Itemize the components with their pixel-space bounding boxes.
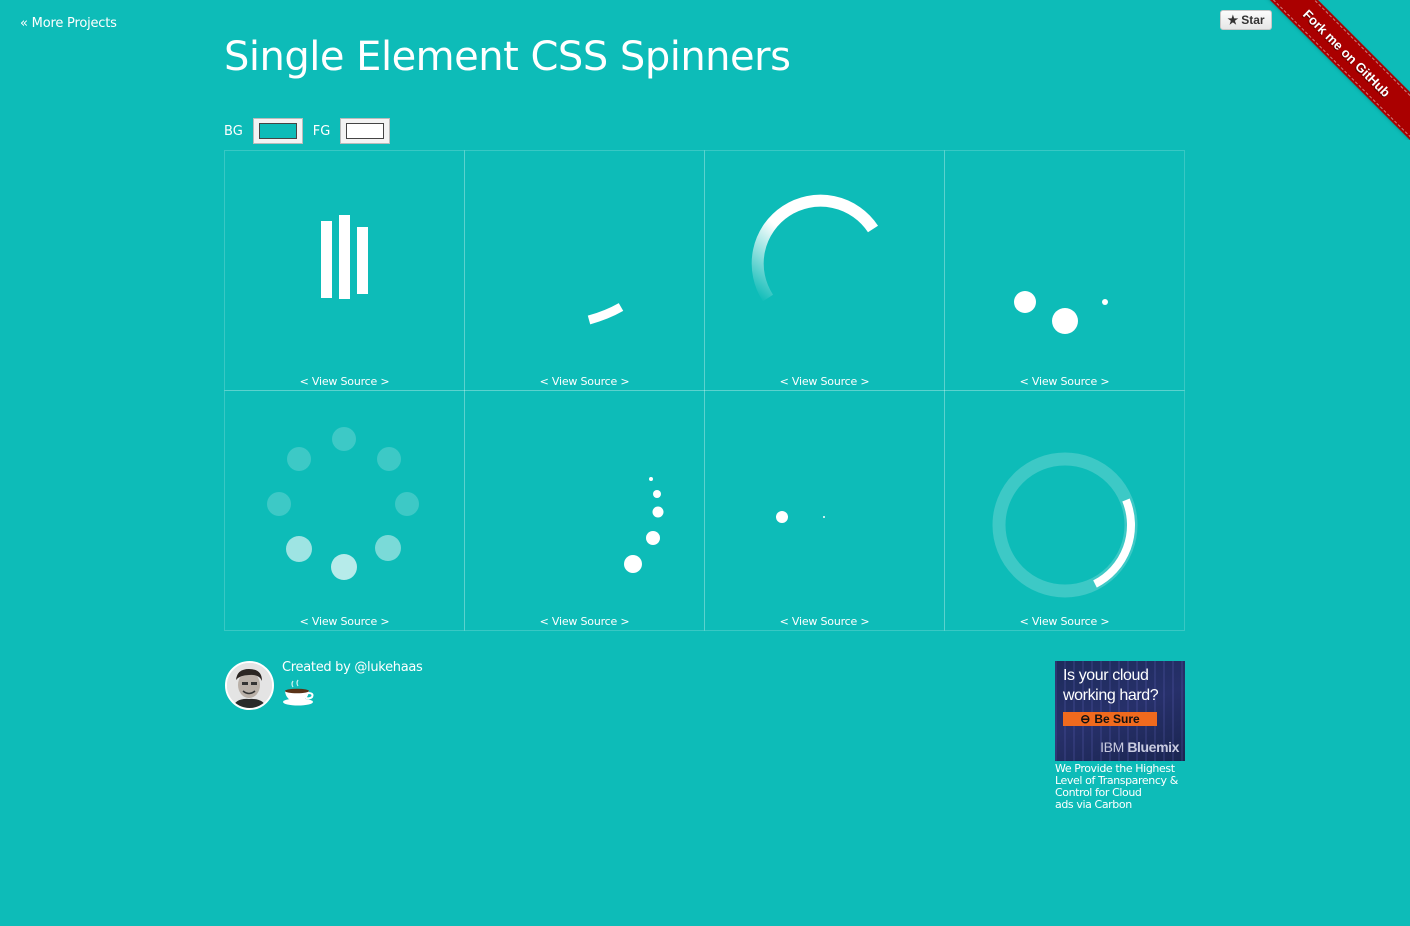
spinner-cell-ring: < View Source > — [944, 390, 1185, 631]
dot — [332, 427, 356, 451]
arc-small-spinner — [587, 303, 624, 325]
spinner-grid: < View Source > < View Source > < View S… — [224, 150, 1185, 631]
dot-trail-spinner — [624, 477, 664, 573]
view-source-link[interactable]: < View Source > — [945, 615, 1184, 628]
github-ribbon-wrap: Fork me on GitHub — [1250, 0, 1410, 140]
more-projects-link[interactable]: « More Projects — [20, 16, 117, 31]
fork-github-ribbon[interactable]: Fork me on GitHub — [1253, 0, 1410, 140]
ad-brand: IBM Bluemix — [1100, 739, 1179, 755]
bar-3 — [357, 227, 368, 294]
ring-spinner — [992, 452, 1138, 598]
dot — [287, 447, 311, 471]
bg-label: BG — [224, 123, 243, 139]
view-source-link[interactable]: < View Source > — [465, 375, 704, 388]
spinner-cell-arc-fade: < View Source > — [704, 150, 945, 391]
dot-2 — [1052, 308, 1078, 334]
bars-spinner — [321, 215, 368, 299]
spinner-cell-three-dots: < View Source > — [944, 150, 1185, 391]
ad-text-block: We Provide the Highest Level of Transpar… — [1055, 763, 1185, 811]
created-by-link[interactable]: Created by @lukehaas — [282, 660, 423, 675]
view-source-link[interactable]: < View Source > — [225, 615, 464, 628]
view-source-link[interactable]: < View Source > — [225, 375, 464, 388]
dot-circle-spinner — [267, 427, 419, 580]
arrow-circle-icon: ⊖ — [1080, 712, 1091, 726]
dot — [377, 447, 401, 471]
dot — [649, 477, 653, 481]
view-source-link[interactable]: < View Source > — [945, 375, 1184, 388]
bar-1 — [321, 221, 332, 298]
ads-via-carbon-link[interactable]: ads via Carbon — [1055, 799, 1185, 811]
fg-color-picker[interactable] — [340, 118, 391, 144]
dot — [395, 492, 419, 516]
ad-banner[interactable]: Is your cloud working hard? ⊖ Be Sure IB… — [1055, 661, 1185, 761]
spinner-cell-dot-trail: < View Source > — [464, 390, 705, 631]
dot-1 — [1014, 291, 1036, 313]
dot — [653, 490, 661, 498]
avatar[interactable] — [225, 661, 274, 710]
page-title: Single Element CSS Spinners — [224, 34, 791, 80]
view-source-link[interactable]: < View Source > — [705, 615, 944, 628]
bar-2 — [339, 215, 350, 299]
dot — [375, 535, 401, 561]
dot-1 — [776, 511, 788, 523]
bg-color-picker[interactable] — [252, 118, 303, 144]
two-dots-spinner — [776, 511, 825, 523]
ad-description[interactable]: We Provide the Highest Level of Transpar… — [1055, 763, 1185, 799]
fg-label: FG — [312, 123, 331, 139]
dot-3 — [1102, 299, 1108, 305]
view-source-link[interactable]: < View Source > — [705, 375, 944, 388]
dot — [267, 492, 291, 516]
ad-headline: Is your cloud working hard? — [1063, 667, 1159, 704]
coffee-icon[interactable] — [281, 679, 315, 711]
dot — [646, 531, 660, 545]
arc-fade-spinner — [751, 194, 879, 302]
star-icon: ★ — [1227, 13, 1239, 27]
dot — [286, 536, 312, 562]
arc-segment — [587, 303, 624, 325]
dot — [624, 555, 642, 573]
spinner-cell-arc-small: < View Source > — [464, 150, 705, 391]
spinner-cell-bars: < View Source > — [224, 150, 465, 391]
three-dots-spinner — [1014, 291, 1108, 334]
dot-2 — [823, 516, 825, 518]
spinner-cell-dot-circle: < View Source > — [224, 390, 465, 631]
view-source-link[interactable]: < View Source > — [465, 615, 704, 628]
ad-cta-button[interactable]: ⊖ Be Sure — [1063, 712, 1157, 726]
spinner-cell-two-dots: < View Source > — [704, 390, 945, 631]
dot — [652, 506, 664, 518]
dot — [331, 554, 357, 580]
fade-arc — [751, 194, 879, 302]
color-controls: BG FG — [224, 118, 400, 144]
ad-cta-label: Be Sure — [1094, 712, 1140, 726]
